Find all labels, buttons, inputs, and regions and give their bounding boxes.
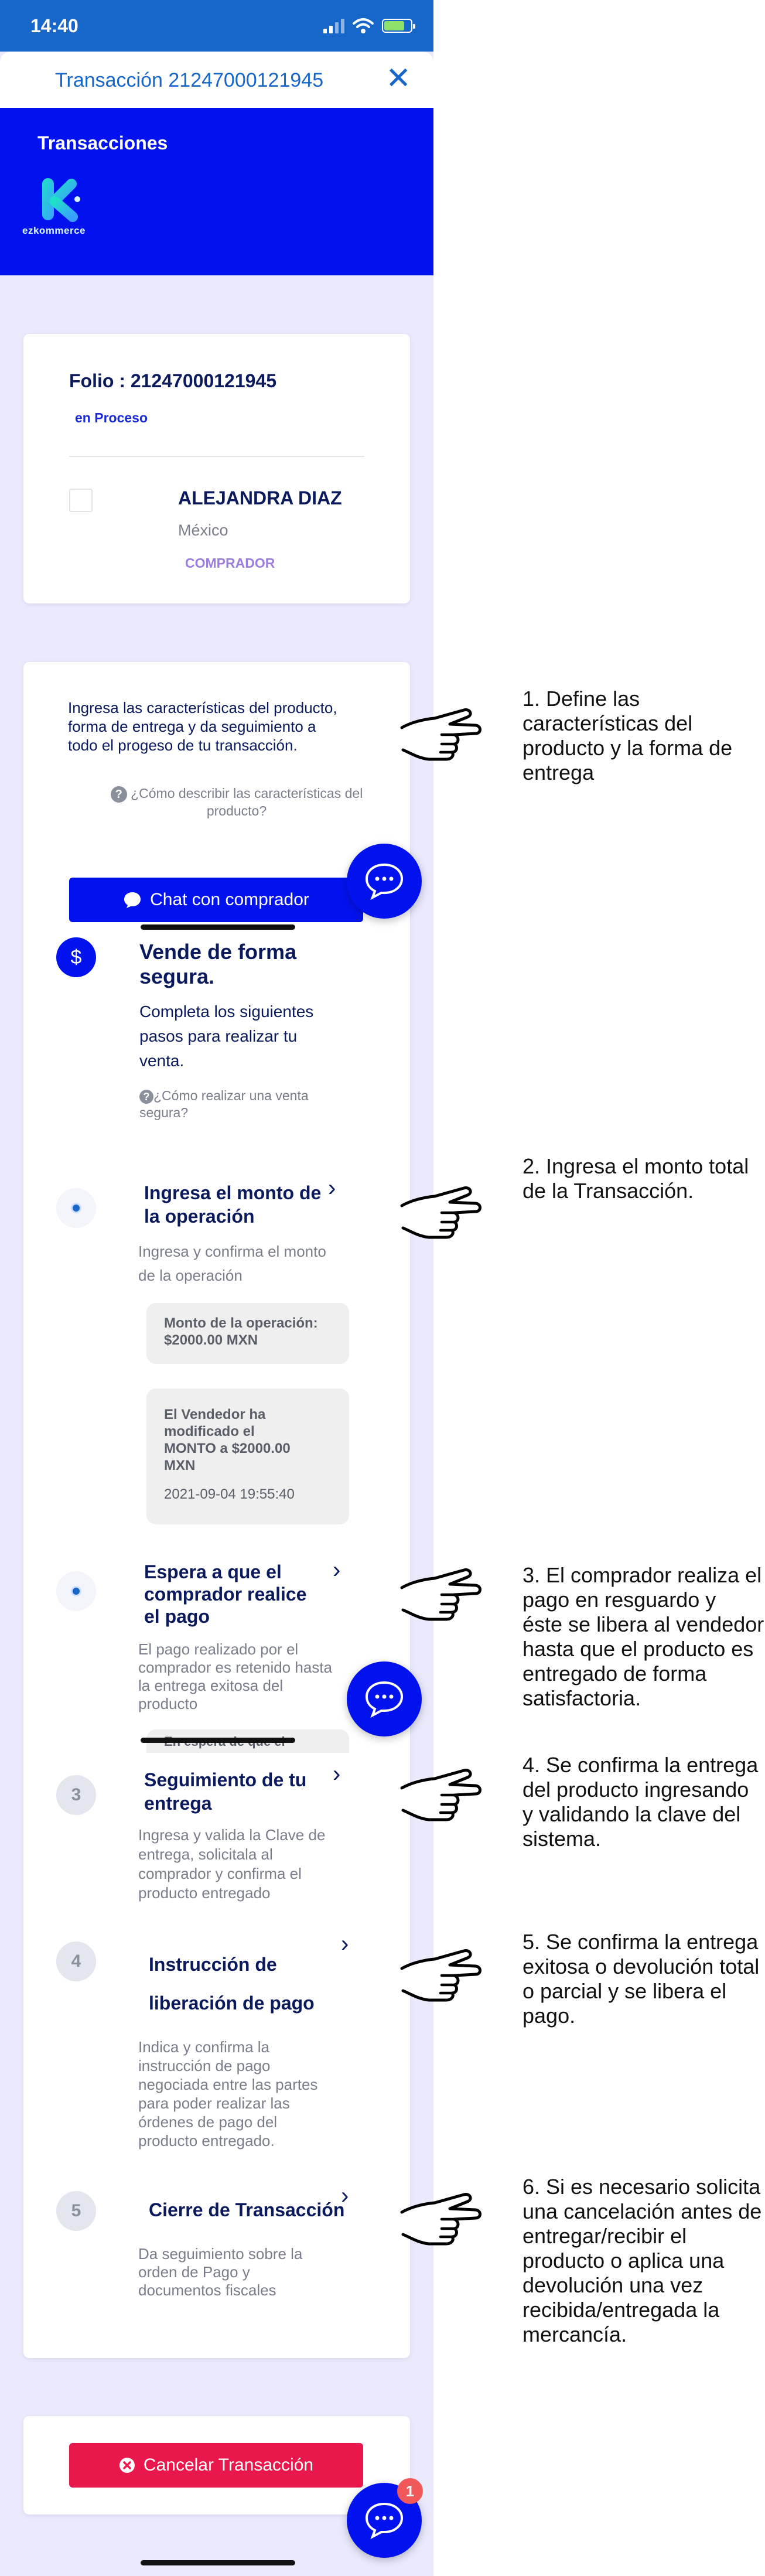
buyer-role: COMPRADOR xyxy=(185,555,275,571)
annotation-5: 5. Se confirma la entrega exitosa o devo… xyxy=(522,1930,760,2028)
hero-banner: Transacciones ezkommerce xyxy=(0,108,433,275)
logo-k-icon xyxy=(42,178,80,222)
amount-modified-box: El Vendedor ha modificado el MONTO a $20… xyxy=(146,1388,349,1524)
annotation-1: 1. Define las características del produc… xyxy=(522,687,733,784)
chat-bubble-icon xyxy=(124,892,141,908)
chevron-right-icon[interactable]: › xyxy=(341,1932,349,1956)
pointing-hand-icon xyxy=(398,1753,486,1823)
intro-text: Ingresa las características del producto… xyxy=(68,699,337,754)
chat-bubble-icon xyxy=(365,2502,404,2539)
step-5-title[interactable]: Cierre de Transacción xyxy=(149,2198,344,2222)
pointing-hand-icon xyxy=(398,1171,486,1241)
step-4-title[interactable]: Instrucción de liberación de pago xyxy=(149,1945,315,2022)
modified-date: 2021-09-04 19:55:40 xyxy=(164,1486,295,1502)
annotation-6: 6. Si es necesario solicita una cancelac… xyxy=(522,2175,762,2346)
wifi-icon xyxy=(353,18,374,33)
help-describe-product-link[interactable]: ? ¿Cómo describir las características de… xyxy=(84,785,389,820)
step-3-description: Ingresa y valida la Clave de entrega, so… xyxy=(138,1826,326,1902)
step-3-title[interactable]: Seguimiento de tu entrega xyxy=(144,1768,306,1815)
pointing-hand-icon xyxy=(398,2177,486,2247)
battery-icon xyxy=(382,19,415,33)
folio-label: Folio : 21247000121945 xyxy=(69,370,277,391)
cancel-circle-icon xyxy=(119,2458,135,2473)
step-4-number: 4 xyxy=(56,1942,96,1981)
cancel-transaction-button[interactable]: Cancelar Transacción xyxy=(69,2443,363,2488)
chat-bubble-icon xyxy=(365,863,404,900)
divider xyxy=(69,456,364,457)
modal-header: Transacción 21247000121945 ✕ xyxy=(0,52,433,108)
status-badge: en Proceso xyxy=(75,410,148,425)
help-sell-safe-link[interactable]: ? ¿Cómo realizar una venta segura? xyxy=(139,1087,309,1121)
status-icons xyxy=(323,18,415,34)
annotation-4: 4. Se confirma la entrega del producto i… xyxy=(522,1753,759,1851)
chevron-right-icon[interactable]: › xyxy=(333,1558,340,1582)
signal-icon xyxy=(323,18,344,33)
scroll-handle xyxy=(141,924,295,930)
help-icon: ? xyxy=(110,786,127,803)
operation-amount-box: Monto de la operación: $2000.00 MXN xyxy=(146,1303,349,1364)
step-2-indicator xyxy=(56,1571,96,1611)
buyer-name: ALEJANDRA DIAZ xyxy=(178,487,342,509)
chat-bubble-icon xyxy=(365,1681,404,1718)
pointing-hand-icon xyxy=(398,1933,486,2004)
pointing-hand-icon xyxy=(398,1553,486,1623)
transaction-summary-card: Folio : 21247000121945 en Proceso ALEJAN… xyxy=(23,334,410,603)
annotation-3: 3. El comprador realiza el pago en resgu… xyxy=(522,1563,764,1710)
home-indicator xyxy=(141,2560,295,2565)
step-2-description: El pago realizado por el comprador es re… xyxy=(138,1640,332,1712)
pointing-hand-icon xyxy=(398,692,486,763)
process-card: Ingresa las características del producto… xyxy=(23,662,410,2358)
step-5-number: 5 xyxy=(56,2191,96,2231)
step-4-description: Indica y confirma la instrucción de pago… xyxy=(138,2038,318,2149)
sell-safe-title: Vende de forma segura. xyxy=(139,940,297,988)
notification-badge: 1 xyxy=(397,2478,423,2504)
dollar-icon: $ xyxy=(56,937,96,977)
step-3-number: 3 xyxy=(56,1775,96,1815)
help-icon: ? xyxy=(139,1090,153,1104)
chat-with-buyer-button[interactable]: Chat con comprador xyxy=(69,878,363,922)
phone-screen: 14:40 Transacción 21247000121945 ✕ Trans… xyxy=(0,0,433,2576)
annotation-2: 2. Ingresa el monto total de la Transacc… xyxy=(522,1154,749,1203)
chevron-right-icon[interactable]: › xyxy=(333,1762,340,1786)
step-1-description: Ingresa y confirma el monto de la operac… xyxy=(138,1243,326,1284)
avatar xyxy=(69,489,93,512)
chevron-right-icon[interactable]: › xyxy=(328,1176,336,1200)
status-time: 14:40 xyxy=(30,15,78,36)
brand-name: ezkommerce xyxy=(22,225,86,236)
chevron-right-icon[interactable]: › xyxy=(341,2184,349,2207)
status-bar: 14:40 xyxy=(0,0,433,52)
chat-fab[interactable] xyxy=(347,844,422,919)
chat-fab[interactable] xyxy=(347,1661,422,1736)
hero-title: Transacciones xyxy=(37,132,168,153)
step-5-description: Da seguimiento sobre la orden de Pago y … xyxy=(138,2245,303,2299)
step-1-title[interactable]: Ingresa el monto de la operación xyxy=(144,1181,321,1228)
sell-safe-description: Completa los siguientes pasos para reali… xyxy=(139,1002,314,1070)
scroll-handle xyxy=(141,1738,295,1743)
step-2-title[interactable]: Espera a que el comprador realice el pag… xyxy=(144,1561,306,1628)
brand-logo: ezkommerce xyxy=(22,176,98,240)
step-1-indicator xyxy=(56,1188,96,1228)
modal-title: Transacción 21247000121945 xyxy=(55,69,324,91)
buyer-country: México xyxy=(178,521,228,539)
close-icon[interactable]: ✕ xyxy=(385,63,411,94)
